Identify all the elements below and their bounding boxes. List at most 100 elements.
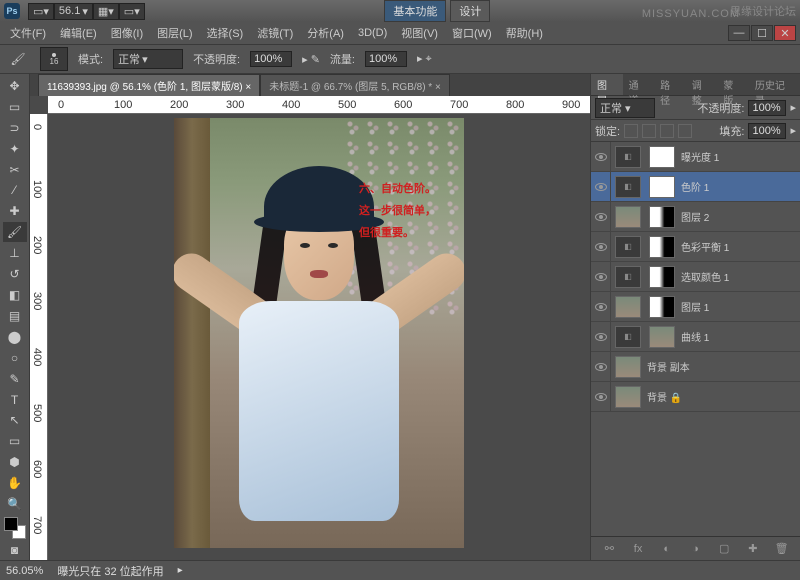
- layer-row[interactable]: 背景 🔒: [591, 382, 800, 412]
- menu-analysis[interactable]: 分析(A): [301, 23, 350, 43]
- airbrush-icon[interactable]: ▸ ⌖: [417, 52, 432, 66]
- menu-filter[interactable]: 滤镜(T): [251, 23, 299, 43]
- brush-tool[interactable]: 🖌: [3, 222, 27, 242]
- dodge-tool[interactable]: ○: [3, 348, 27, 368]
- layer-name[interactable]: 图层 1: [679, 299, 800, 314]
- visibility-toggle[interactable]: [591, 352, 611, 381]
- mask-thumb[interactable]: [649, 146, 675, 168]
- menu-window[interactable]: 窗口(W): [446, 23, 498, 43]
- view-dropdown[interactable]: ▭▾: [28, 3, 54, 20]
- tab-paths[interactable]: 路径: [654, 74, 686, 95]
- delete-layer-icon[interactable]: 🗑: [774, 541, 790, 557]
- stamp-tool[interactable]: ⊥: [3, 243, 27, 263]
- history-brush-tool[interactable]: ↺: [3, 264, 27, 284]
- menu-help[interactable]: 帮助(H): [500, 23, 549, 43]
- layer-row[interactable]: ◧ 色阶 1: [591, 172, 800, 202]
- current-tool-icon[interactable]: 🖌: [6, 49, 30, 69]
- pen-tool[interactable]: ✎: [3, 369, 27, 389]
- blend-mode-select[interactable]: 正常 ▾: [595, 98, 655, 118]
- adjustment-layer-icon[interactable]: ◑: [687, 541, 703, 557]
- layer-thumb[interactable]: [615, 296, 641, 318]
- eyedropper-tool[interactable]: ⁄: [3, 181, 27, 201]
- layer-thumb[interactable]: [615, 386, 641, 408]
- layer-thumb[interactable]: ◧: [615, 176, 641, 198]
- shape-tool[interactable]: ▭: [3, 431, 27, 451]
- visibility-toggle[interactable]: [591, 232, 611, 261]
- lock-position-icon[interactable]: [660, 124, 674, 138]
- layer-thumb[interactable]: [615, 206, 641, 228]
- link-layers-icon[interactable]: ⚯: [601, 541, 617, 557]
- flow-input[interactable]: 100%: [365, 51, 407, 67]
- fill-input[interactable]: 100%: [748, 123, 786, 139]
- tab-channels[interactable]: 通道: [623, 74, 655, 95]
- opacity-input[interactable]: 100%: [250, 51, 292, 67]
- visibility-toggle[interactable]: [591, 262, 611, 291]
- layer-row[interactable]: ◧ 曲线 1: [591, 322, 800, 352]
- lock-pixels-icon[interactable]: [642, 124, 656, 138]
- layer-row[interactable]: 图层 1: [591, 292, 800, 322]
- workspace-design-button[interactable]: 设计: [450, 0, 490, 22]
- mask-thumb[interactable]: [649, 266, 675, 288]
- layer-row[interactable]: ◧ 曝光度 1: [591, 142, 800, 172]
- visibility-toggle[interactable]: [591, 172, 611, 201]
- marquee-tool[interactable]: ▭: [3, 97, 27, 117]
- crop-tool[interactable]: ✂: [3, 160, 27, 180]
- tab-mask[interactable]: 蒙版: [717, 74, 749, 95]
- layer-name[interactable]: 色阶 1: [679, 179, 800, 194]
- color-swatch[interactable]: [4, 517, 26, 539]
- mode-select[interactable]: 正常 ▾: [113, 49, 183, 69]
- menu-image[interactable]: 图像(I): [105, 23, 149, 43]
- visibility-toggle[interactable]: [591, 382, 611, 411]
- lock-all-icon[interactable]: [678, 124, 692, 138]
- workspace-basic-button[interactable]: 基本功能: [384, 0, 446, 22]
- heal-tool[interactable]: ✚: [3, 201, 27, 221]
- layer-name[interactable]: 选取颜色 1: [679, 269, 800, 284]
- layer-name[interactable]: 曝光度 1: [679, 149, 800, 164]
- close-button[interactable]: ✕: [774, 25, 796, 41]
- visibility-toggle[interactable]: [591, 202, 611, 231]
- lock-transparent-icon[interactable]: [624, 124, 638, 138]
- layer-row[interactable]: 图层 2: [591, 202, 800, 232]
- blur-tool[interactable]: ⬤: [3, 327, 27, 347]
- screen-dropdown[interactable]: ▭▾: [119, 3, 145, 20]
- doc-tab-1[interactable]: 11639393.jpg @ 56.1% (色阶 1, 图层蒙版/8) ×: [38, 74, 260, 96]
- wand-tool[interactable]: ✦: [3, 139, 27, 159]
- zoom-dropdown[interactable]: 56.1 ▾: [54, 3, 93, 20]
- tab-adjust[interactable]: 调整: [686, 74, 718, 95]
- layer-mask-icon[interactable]: ◐: [659, 541, 675, 557]
- zoom-level[interactable]: 56.05%: [6, 565, 43, 577]
- layer-name[interactable]: 曲线 1: [679, 329, 800, 344]
- quickmask-toggle[interactable]: ◙: [3, 540, 27, 560]
- minimize-button[interactable]: —: [728, 25, 750, 41]
- visibility-toggle[interactable]: [591, 142, 611, 171]
- menu-3d[interactable]: 3D(D): [352, 25, 393, 41]
- panel-opacity-input[interactable]: 100%: [748, 100, 786, 116]
- menu-layer[interactable]: 图层(L): [151, 23, 198, 43]
- 3d-tool[interactable]: ⬢: [3, 452, 27, 472]
- layer-thumb[interactable]: ◧: [615, 326, 641, 348]
- mask-thumb[interactable]: [649, 326, 675, 348]
- mask-thumb[interactable]: [649, 296, 675, 318]
- lasso-tool[interactable]: ⊃: [3, 118, 27, 138]
- brush-preset[interactable]: 16: [40, 47, 68, 71]
- path-tool[interactable]: ↖: [3, 411, 27, 431]
- visibility-toggle[interactable]: [591, 292, 611, 321]
- zoom-tool[interactable]: 🔍: [3, 494, 27, 514]
- opacity-flyout-icon[interactable]: ▸ ✎: [302, 53, 320, 66]
- layer-thumb[interactable]: ◧: [615, 146, 641, 168]
- layer-row[interactable]: ◧色彩平衡 1: [591, 232, 800, 262]
- layer-name[interactable]: 背景 🔒: [645, 389, 800, 404]
- tab-history[interactable]: 历史记录: [749, 74, 800, 95]
- tab-layers[interactable]: 图层: [591, 74, 623, 95]
- mask-thumb[interactable]: [649, 176, 675, 198]
- layer-row[interactable]: ◧选取颜色 1: [591, 262, 800, 292]
- layer-name[interactable]: 背景 副本: [645, 359, 800, 374]
- mask-thumb[interactable]: [649, 206, 675, 228]
- doc-tab-2[interactable]: 未标题-1 @ 66.7% (图层 5, RGB/8) * ×: [260, 74, 450, 96]
- menu-edit[interactable]: 编辑(E): [54, 23, 103, 43]
- gradient-tool[interactable]: ▤: [3, 306, 27, 326]
- maximize-button[interactable]: ☐: [751, 25, 773, 41]
- layer-fx-icon[interactable]: fx: [630, 541, 646, 557]
- layer-name[interactable]: 色彩平衡 1: [679, 239, 800, 254]
- menu-file[interactable]: 文件(F): [4, 23, 52, 43]
